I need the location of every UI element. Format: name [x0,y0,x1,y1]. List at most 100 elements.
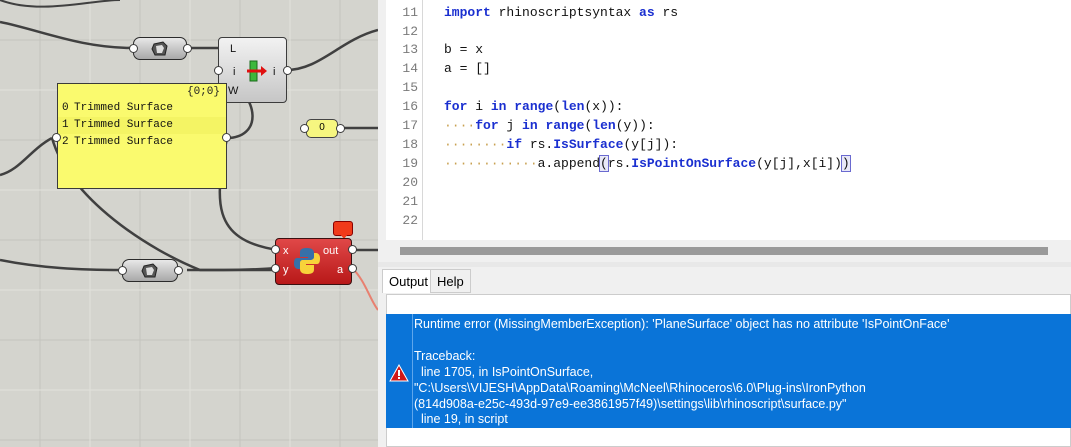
number-param[interactable]: 0 [306,119,338,138]
row-text: Trimmed Surface [74,102,174,114]
grip[interactable] [118,266,127,275]
tab-help[interactable]: Help [430,269,471,293]
grip[interactable] [214,66,223,75]
code-text: a.append [537,156,601,171]
grasshopper-canvas[interactable]: L i W i {0;0} 0 Trimmed Surface 1 Trimmed … [0,0,378,447]
code-line: import rhinoscriptsyntax as rs [444,5,678,20]
list-item-icon [247,60,267,82]
keyword: in [522,118,538,133]
tab-output[interactable]: Output [382,269,436,293]
line-number: 22 [402,213,418,228]
panel-path: {0;0} [186,86,220,98]
code-text: j [498,118,523,133]
list-item-component[interactable]: L i W i [218,37,287,103]
keyword: IsSurface [553,137,624,152]
code-text: i [467,99,491,114]
code-line: a = [] [444,61,491,76]
code-line: ············a.append(rs.IsPointOnSurface… [444,155,851,172]
grip[interactable] [348,264,357,273]
code-line: ········if rs.IsSurface(y[j]): [444,137,678,152]
line-number: 11 [402,5,418,20]
keyword: for [444,99,468,114]
code-text: (y)): [615,118,655,133]
code-text: (x)): [584,99,624,114]
grip[interactable] [183,44,192,53]
code-text: (y[j],x[i]) [756,156,842,171]
surface-param-top[interactable] [133,37,187,60]
grip[interactable] [348,245,357,254]
bracket-highlight: ( [599,155,609,172]
panel-row: 1 Trimmed Surface [58,117,226,134]
grip[interactable] [222,133,231,142]
error-balloon-icon[interactable] [333,221,353,239]
code-text: rs [654,5,679,20]
keyword: len [561,99,585,114]
code-area[interactable]: 11 12 13 14 15 16 17 18 19 20 21 22 impo… [386,0,1071,240]
keyword: for [475,118,499,133]
code-text: (y[j]): [623,137,679,152]
pane-splitter[interactable] [378,262,1071,267]
line-number: 14 [402,61,418,76]
error-line: Runtime error (MissingMemberException): … [414,317,950,331]
error-triangle-icon [389,364,409,382]
keyword: in [490,99,507,114]
code-text: ( [553,99,562,114]
error-line: line 19, in script [414,412,508,426]
code-text: rs. [522,137,554,152]
keyword: range [545,118,585,133]
grip[interactable] [174,266,183,275]
line-number: 19 [402,156,418,171]
error-line: "C:\Users\VIJESH\AppData\Roaming\McNeel\… [414,381,866,395]
keyword: IsPointOnSurface [631,156,757,171]
scrollbar-thumb[interactable] [400,247,1048,255]
line-number: 12 [402,24,418,39]
keyword: range [514,99,554,114]
panel-row: 2 Trimmed Surface [58,134,226,151]
surface-param-icon [151,40,168,55]
bracket-highlight: ) [840,155,851,172]
python-logo-icon [294,248,320,274]
surface-param-icon [141,262,158,277]
surface-param-bottom[interactable] [122,259,178,282]
indent-dots: ···· [444,118,476,133]
keyword: as [639,5,655,20]
row-index: 0 [62,102,69,114]
error-line: line 1705, in IsPointOnSurface, [414,365,594,379]
row-index: 2 [62,136,69,148]
line-number: 13 [402,42,418,57]
divider [412,314,413,428]
indent-dots: ············ [444,156,538,171]
grip[interactable] [271,245,280,254]
line-number: 15 [402,80,418,95]
code-line: for i in range(len(x)): [444,99,623,114]
line-gutter: 11 12 13 14 15 16 17 18 19 20 21 22 [386,0,423,240]
panel[interactable]: {0;0} 0 Trimmed Surface 1 Trimmed Surface … [57,83,227,189]
row-text: Trimmed Surface [74,136,174,148]
output-i-label: i [273,66,276,78]
input-w-label: W [228,85,239,97]
python-input-y: y [283,264,289,276]
line-number: 16 [402,99,418,114]
code-text: rs. [607,156,632,171]
error-line: (814d908a-e25c-493d-97e9-ee3861957f49)\s… [414,397,847,411]
indent-dots: ········ [444,137,507,152]
grip[interactable] [283,66,292,75]
keyword: len [592,118,616,133]
python-component[interactable]: x y out a [275,238,352,285]
grip[interactable] [271,264,280,273]
grip[interactable] [336,124,345,133]
grip[interactable] [300,124,309,133]
line-number: 21 [402,194,418,209]
grip[interactable] [52,133,61,142]
python-output-a: a [337,264,344,276]
keyword: if [506,137,523,152]
python-output-out: out [323,245,339,257]
grip[interactable] [129,44,138,53]
error-message[interactable]: Runtime error (MissingMemberException): … [386,314,1071,428]
python-input-x: x [283,245,289,257]
row-text: Trimmed Surface [74,119,174,131]
input-l-label: L [230,43,237,55]
python-editor: 11 12 13 14 15 16 17 18 19 20 21 22 impo… [378,0,1071,447]
panel-row: 0 Trimmed Surface [58,100,226,117]
row-index: 1 [62,119,69,131]
